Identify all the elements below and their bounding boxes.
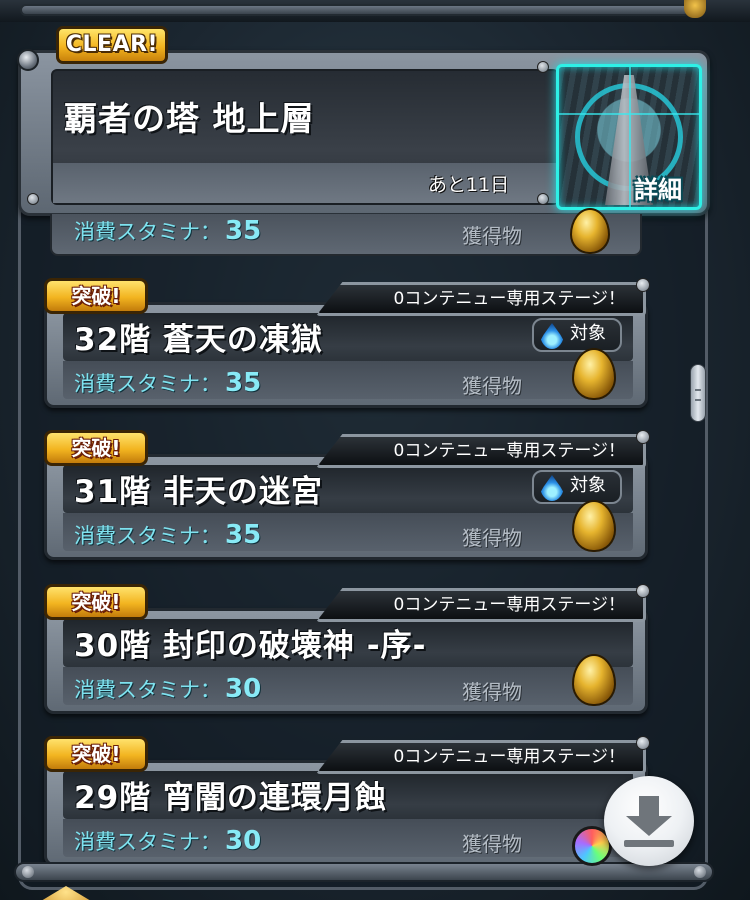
reward-label: 獲得物 [462, 526, 522, 550]
stage-title: 31階 非天の迷宮 [74, 474, 323, 510]
water-drop-icon [540, 323, 564, 349]
reward-label: 獲得物 [462, 224, 522, 248]
rivet-icon [27, 193, 39, 205]
breakthrough-badge: 突破! [44, 584, 148, 620]
frame-line [559, 113, 699, 115]
egg-icon [572, 654, 616, 706]
breakthrough-badge: 突破! [44, 430, 148, 466]
reward-label: 獲得物 [462, 680, 522, 704]
stamina-text: 消費スタミナ： 30 [74, 826, 261, 856]
frame-line [629, 67, 631, 207]
egg-icon [572, 500, 616, 552]
bottom-rail [14, 862, 714, 882]
stamina-text: 消費スタミナ： 35 [74, 216, 261, 246]
water-drop-icon [540, 475, 564, 501]
no-continue-tag: 0コンテニュー専用ステージ！ [316, 740, 646, 774]
pin-icon [636, 584, 650, 598]
egg-icon [570, 208, 610, 254]
stage-row-31[interactable]: 突破! 0コンテニュー専用ステージ！ 31階 非天の迷宮 対象 消費スタミナ： 3… [44, 430, 650, 560]
no-continue-tag: 0コンテニュー専用ステージ！ [316, 434, 646, 468]
egg-icon [572, 348, 616, 400]
detail-label[interactable]: 詳細 [634, 170, 682, 205]
stage-row-29[interactable]: 突破! 0コンテニュー専用ステージ！ 29階 宵闇の連環月蝕 消費スタミナ： 30… [44, 736, 650, 866]
breakthrough-badge: 突破! [44, 736, 148, 772]
stage-title: 30階 封印の破壊神 ‐序‐ [74, 628, 427, 664]
stamina-label: 消費スタミナ： [74, 220, 221, 244]
rivet-icon [694, 866, 706, 878]
stamina-label: 消費スタミナ： [74, 830, 221, 854]
stamina-value: 30 [225, 826, 262, 856]
stamina-value: 35 [225, 520, 262, 550]
pin-icon [636, 430, 650, 444]
download-arrow-head [626, 816, 672, 836]
no-continue-tag: 0コンテニュー専用ステージ！ [316, 282, 646, 316]
pin-icon [636, 278, 650, 292]
stamina-label: 消費スタミナ： [74, 372, 221, 396]
clear-badge: CLEAR! [56, 26, 168, 64]
breakthrough-badge: 突破! [44, 278, 148, 314]
reward-label: 獲得物 [462, 374, 522, 398]
download-icon [639, 796, 659, 818]
target-label: 対象 [570, 475, 606, 496]
rivet-icon [537, 193, 549, 205]
stamina-value: 35 [225, 216, 262, 246]
pin-icon [636, 736, 650, 750]
rivet-icon [537, 61, 549, 73]
scrollbar-thumb[interactable] [690, 364, 706, 422]
stamina-label: 消費スタミナ： [74, 524, 221, 548]
download-arrow-base [624, 840, 674, 847]
stage-title: 32階 蒼天の凍獄 [74, 322, 323, 358]
rivet-icon [22, 866, 34, 878]
top-rail [20, 4, 690, 16]
target-label: 対象 [570, 323, 606, 344]
stamina-label: 消費スタミナ： [74, 678, 221, 702]
stage-row-32[interactable]: 突破! 0コンテニュー専用ステージ！ 32階 蒼天の凍獄 対象 消費スタミナ： 3… [44, 278, 650, 408]
stamina-value: 30 [225, 674, 262, 704]
download-button[interactable] [604, 776, 694, 866]
rivet-icon [17, 49, 39, 71]
stamina-text: 消費スタミナ： 35 [74, 368, 261, 398]
previous-panel-strip [0, 0, 750, 22]
no-continue-tag: 0コンテニュー専用ステージ！ [316, 588, 646, 622]
days-left-text: あと11日 [428, 174, 510, 196]
target-element-chip: 対象 [532, 470, 622, 504]
reward-label: 獲得物 [462, 832, 522, 856]
target-element-chip: 対象 [532, 318, 622, 352]
stamina-value: 35 [225, 368, 262, 398]
top-knob [684, 0, 706, 18]
stamina-text: 消費スタミナ： 35 [74, 520, 261, 550]
stage-row-30[interactable]: 突破! 0コンテニュー専用ステージ！ 30階 封印の破壊神 ‐序‐ 消費スタミナ… [44, 584, 650, 714]
stage-title: 29階 宵闇の連環月蝕 [74, 780, 387, 816]
stamina-text: 消費スタミナ： 30 [74, 674, 261, 704]
quest-title: 覇者の塔 地上層 [64, 99, 315, 138]
